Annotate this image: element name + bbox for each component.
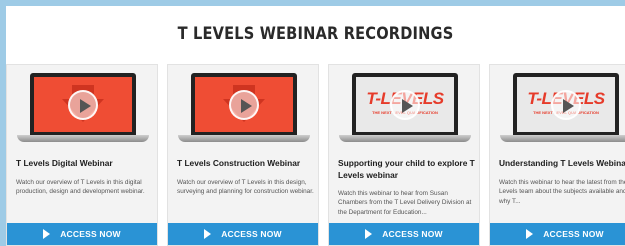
button-label: ACCESS NOW [543,229,604,239]
webinar-card-construction: T Levels Construction Webinar Watch our … [167,64,319,246]
play-arrow-icon [43,229,51,239]
access-now-button[interactable]: ACCESS NOW [7,223,157,245]
video-screen [34,77,132,132]
button-label: ACCESS NOW [221,229,282,239]
video-screen [195,77,293,132]
video-screen: T-LEVELS THE NEXT LEVEL QUALIFICATION [356,77,454,132]
access-now-button[interactable]: ACCESS NOW [490,223,625,245]
card-description: Watch this webinar to hear the latest fr… [499,179,625,205]
card-title[interactable]: Understanding T Levels Webinar [499,157,625,169]
card-description: Watch our overview of T Levels in this d… [16,179,145,196]
play-arrow-icon [365,229,373,239]
play-arrow-icon [526,229,534,239]
card-description: Watch this webinar to hear from Susan Ch… [338,190,472,216]
play-icon[interactable] [229,89,259,120]
laptop-icon: T-LEVELS THE NEXT LEVEL QUALIFICATION [513,73,619,135]
card-description: Watch our overview of T Levels in this d… [177,179,314,196]
laptop-base [17,135,149,142]
laptop-icon [191,73,297,135]
webinar-card-supporting-child: T-LEVELS THE NEXT LEVEL QUALIFICATION Su… [328,64,480,246]
webinar-card-digital: T Levels Digital Webinar Watch our overv… [6,64,158,246]
access-now-button[interactable]: ACCESS NOW [168,223,318,245]
button-label: ACCESS NOW [382,229,443,239]
video-thumbnail[interactable] [7,65,157,149]
play-icon[interactable] [68,89,98,120]
laptop-icon [30,73,136,135]
laptop-icon: T-LEVELS THE NEXT LEVEL QUALIFICATION [352,73,458,135]
webinar-card-understanding: T-LEVELS THE NEXT LEVEL QUALIFICATION Un… [489,64,625,246]
button-label: ACCESS NOW [60,229,121,239]
laptop-base [500,135,625,142]
access-now-button[interactable]: ACCESS NOW [329,223,479,245]
webinar-section: T LEVELS WEBINAR RECORDINGS T Levels Dig… [6,6,625,246]
play-icon[interactable] [390,89,420,120]
section-title: T LEVELS WEBINAR RECORDINGS [177,24,454,44]
video-screen: T-LEVELS THE NEXT LEVEL QUALIFICATION [517,77,615,132]
card-title[interactable]: Supporting your child to explore T Level… [338,157,478,181]
laptop-base [339,135,471,142]
video-thumbnail[interactable]: T-LEVELS THE NEXT LEVEL QUALIFICATION [490,65,625,149]
play-icon[interactable] [551,89,581,120]
card-title[interactable]: T Levels Digital Webinar [16,157,156,169]
laptop-base [178,135,310,142]
play-arrow-icon [204,229,212,239]
video-thumbnail[interactable]: T-LEVELS THE NEXT LEVEL QUALIFICATION [329,65,479,149]
card-title[interactable]: T Levels Construction Webinar [177,157,317,169]
video-thumbnail[interactable] [168,65,318,149]
